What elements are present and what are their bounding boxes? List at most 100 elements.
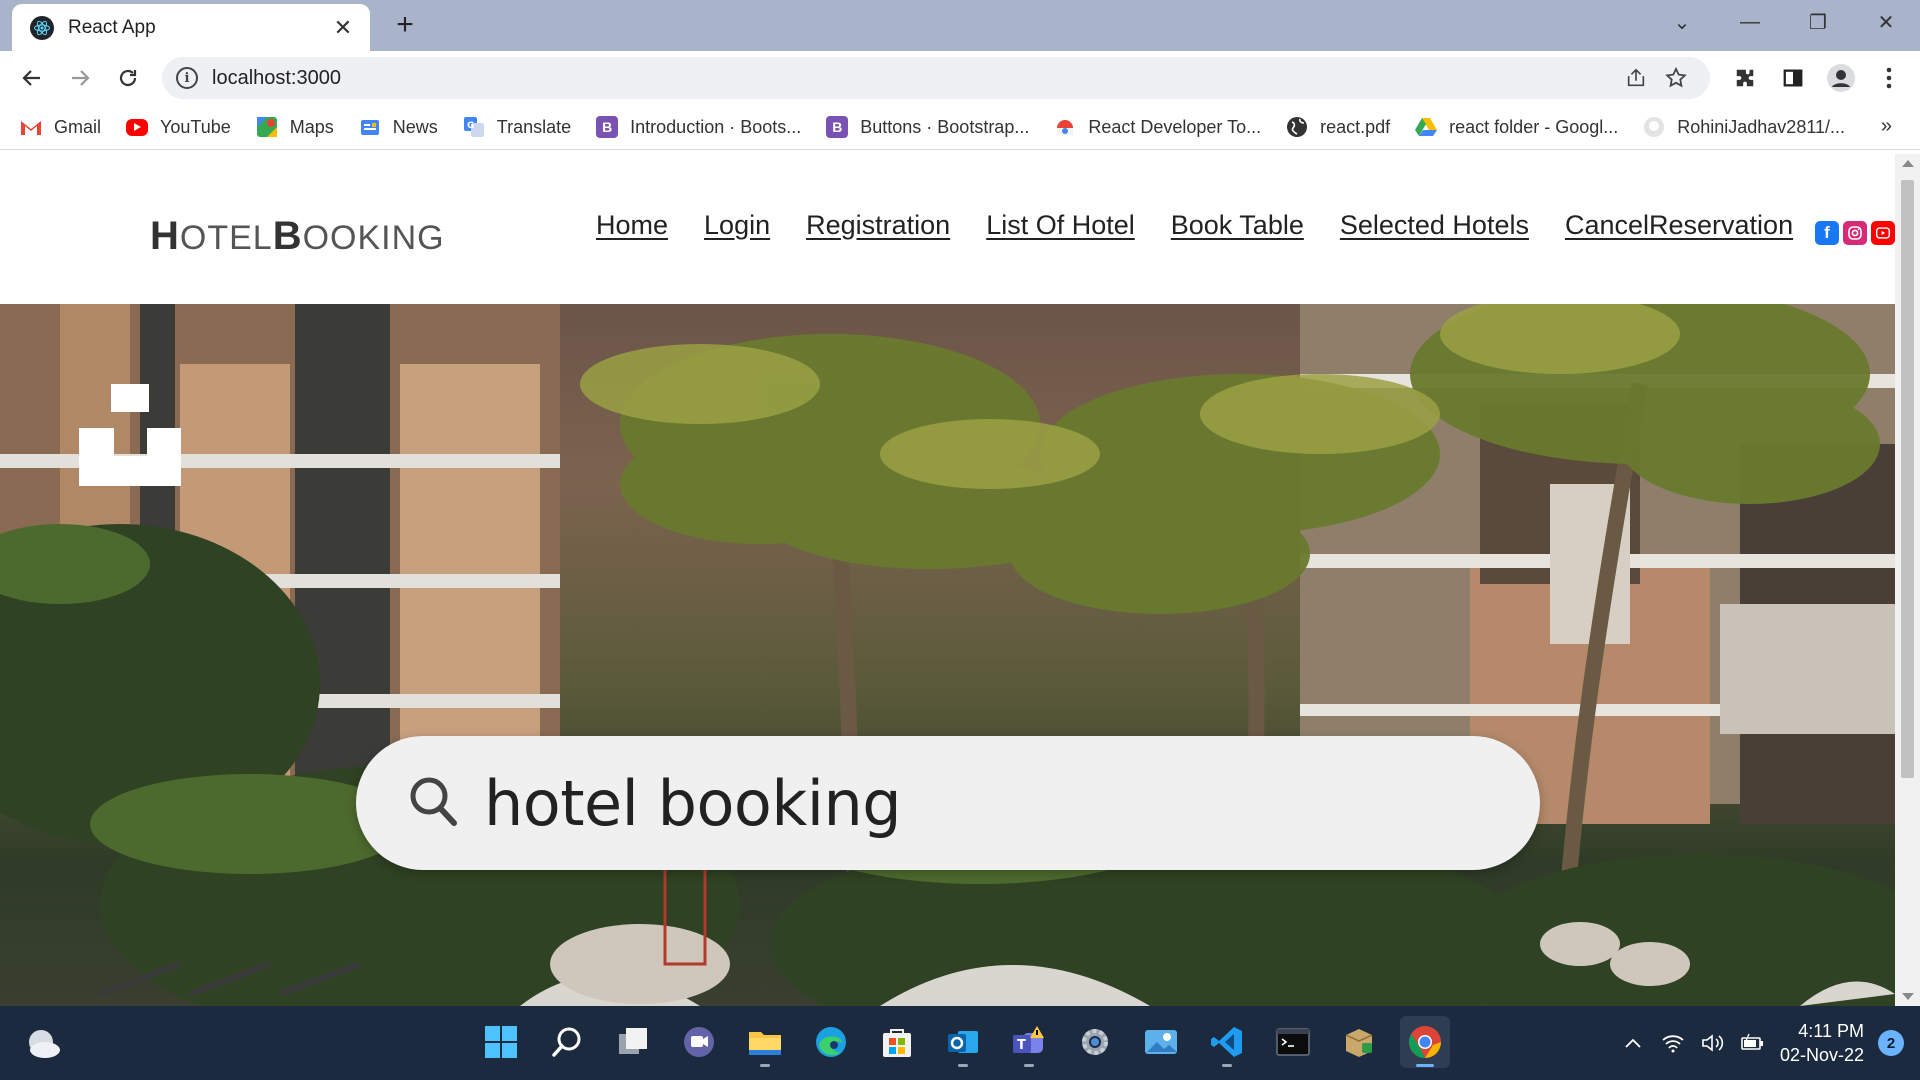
hotel-pool-photo	[0, 304, 1895, 1006]
gmail-icon	[20, 116, 42, 138]
browser-tab[interactable]: React App ✕	[12, 4, 370, 51]
photos-icon[interactable]	[1136, 1016, 1186, 1068]
site-info-icon[interactable]: i	[176, 67, 198, 89]
github-icon	[1643, 116, 1665, 138]
wifi-icon[interactable]	[1660, 1030, 1686, 1056]
react-icon	[30, 15, 54, 40]
archive-app-icon[interactable]	[1334, 1016, 1384, 1068]
edge-browser-icon[interactable]	[806, 1016, 856, 1068]
windows-taskbar: T 4:11 PM 02-Nov-22 2	[0, 1006, 1920, 1080]
bookmark-star-icon[interactable]	[1656, 60, 1696, 96]
close-window-icon[interactable]: ✕	[1852, 0, 1920, 44]
start-menu-icon[interactable]	[476, 1016, 526, 1068]
side-panel-icon[interactable]	[1774, 59, 1812, 97]
new-tab-icon[interactable]: +	[390, 10, 420, 40]
youtube-icon	[126, 118, 149, 136]
bookmark-bootstrap-intro[interactable]: B Introduction · Boots...	[596, 116, 801, 138]
scroll-down-icon[interactable]	[1902, 993, 1914, 1000]
tab-search-icon[interactable]: ⌄	[1648, 0, 1716, 44]
running-indicator	[1024, 1064, 1034, 1067]
search-icon[interactable]	[542, 1016, 592, 1068]
hero-banner-image: hotel booking	[0, 304, 1895, 1006]
nav-link-list-of-hotel[interactable]: List Of Hotel	[986, 210, 1135, 241]
volume-icon[interactable]	[1700, 1030, 1726, 1056]
bookmarks-bar: Gmail YouTube Maps News G Translate B In…	[0, 105, 1920, 150]
bookmark-gmail[interactable]: Gmail	[20, 116, 101, 138]
page-viewport: HOTELBOOKING Home Login Registration Lis…	[0, 154, 1895, 1006]
nav-link-book-table[interactable]: Book Table	[1171, 210, 1304, 241]
back-icon[interactable]	[15, 61, 49, 95]
reload-icon[interactable]	[111, 61, 145, 95]
bookmark-youtube[interactable]: YouTube	[126, 117, 231, 138]
file-explorer-icon[interactable]	[740, 1016, 790, 1068]
site-nav: Home Login Registration List Of Hotel Bo…	[596, 210, 1793, 241]
browser-toolbar: i localhost:3000	[0, 51, 1920, 105]
address-bar[interactable]: i localhost:3000	[162, 57, 1710, 99]
bookmark-maps[interactable]: Maps	[256, 116, 334, 138]
news-icon	[359, 116, 381, 138]
teams-chat-icon[interactable]	[674, 1016, 724, 1068]
restore-icon[interactable]: ❐	[1784, 0, 1852, 44]
extensions-puzzle-icon[interactable]	[1726, 59, 1764, 97]
nav-link-login[interactable]: Login	[704, 210, 770, 241]
maps-icon	[256, 116, 278, 138]
svg-text:T: T	[1017, 1038, 1026, 1053]
bookmark-bootstrap-buttons[interactable]: B Buttons · Bootstrap...	[826, 116, 1029, 138]
running-indicator	[760, 1064, 770, 1067]
chrome-web-store-icon	[1054, 116, 1076, 138]
close-tab-icon[interactable]: ✕	[330, 15, 356, 41]
bookmark-news[interactable]: News	[359, 116, 438, 138]
nav-link-cancel-reservation[interactable]: CancelReservation	[1565, 210, 1793, 241]
nav-link-registration[interactable]: Registration	[806, 210, 950, 241]
bookmark-translate[interactable]: G Translate	[463, 116, 571, 138]
scroll-thumb[interactable]	[1901, 180, 1914, 778]
settings-icon[interactable]	[1070, 1016, 1120, 1068]
notification-count-badge[interactable]: 2	[1878, 1030, 1904, 1056]
minimize-icon[interactable]: —	[1716, 0, 1784, 44]
window-controls: ⌄ — ❐ ✕	[1648, 0, 1920, 44]
clock-date: 02-Nov-22	[1779, 1045, 1864, 1065]
bookmark-react-pdf[interactable]: react.pdf	[1286, 116, 1390, 138]
globe-icon	[1286, 116, 1308, 138]
show-hidden-icons-chevron-icon[interactable]	[1620, 1030, 1646, 1056]
page-scrollbar[interactable]	[1895, 154, 1920, 1006]
tab-title: React App	[68, 16, 156, 38]
bootstrap-icon: B	[826, 116, 849, 138]
translate-icon: G	[463, 116, 485, 138]
youtube-icon[interactable]	[1871, 221, 1895, 245]
teams-icon[interactable]: T	[1004, 1016, 1054, 1068]
terminal-icon[interactable]	[1268, 1016, 1318, 1068]
bookmark-react-devtools[interactable]: React Developer To...	[1054, 116, 1261, 138]
task-view-icon[interactable]	[608, 1016, 658, 1068]
clock-time: 4:11 PM	[1798, 1021, 1864, 1041]
hotel-logo-mark	[79, 384, 181, 491]
outlook-icon[interactable]	[938, 1016, 988, 1068]
nav-link-home[interactable]: Home	[596, 210, 668, 241]
chrome-icon[interactable]	[1400, 1016, 1450, 1068]
weather-widget-icon[interactable]	[24, 1026, 62, 1060]
taskbar-clock[interactable]: 4:11 PM 02-Nov-22	[1780, 1019, 1864, 1067]
bookmark-github[interactable]: RohiniJadhav2811/...	[1643, 116, 1845, 138]
bootstrap-icon: B	[596, 116, 619, 138]
search-icon	[408, 775, 458, 832]
microsoft-store-icon[interactable]	[872, 1016, 922, 1068]
hero-search-text: hotel booking	[484, 766, 902, 840]
scroll-up-icon[interactable]	[1902, 160, 1914, 167]
forward-icon[interactable]	[63, 61, 97, 95]
more-bookmarks-icon[interactable]: »	[1881, 115, 1892, 138]
share-icon[interactable]	[1616, 60, 1656, 96]
profile-avatar-icon[interactable]	[1822, 59, 1860, 97]
url-text[interactable]: localhost:3000	[212, 67, 1616, 90]
browser-menu-icon[interactable]	[1870, 59, 1908, 97]
vscode-icon[interactable]	[1202, 1016, 1252, 1068]
bookmark-react-folder[interactable]: react folder - Googl...	[1415, 116, 1618, 138]
system-tray: 4:11 PM 02-Nov-22 2	[1620, 1006, 1904, 1080]
social-links: f	[1815, 221, 1895, 245]
running-indicator	[958, 1064, 968, 1067]
battery-charging-icon[interactable]	[1740, 1030, 1766, 1056]
nav-link-selected-hotels[interactable]: Selected Hotels	[1340, 210, 1529, 241]
facebook-icon[interactable]: f	[1815, 221, 1839, 245]
running-indicator	[1222, 1064, 1232, 1067]
instagram-icon[interactable]	[1843, 221, 1867, 245]
site-logo[interactable]: HOTELBOOKING	[150, 214, 445, 259]
